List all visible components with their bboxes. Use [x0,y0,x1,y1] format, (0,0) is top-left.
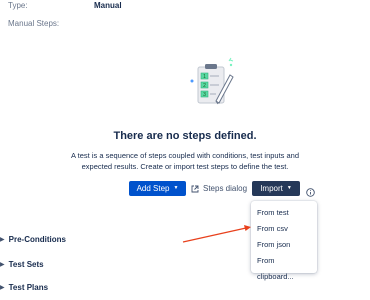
section-test-sets[interactable]: ▶ Test Sets [0,260,44,269]
section-pre-conditions[interactable]: ▶ Pre-Conditions [0,235,66,244]
chevron-right-icon: ▶ [0,237,5,243]
annotation-arrow [182,225,251,243]
section-test-sets-label: Test Sets [8,260,44,269]
section-test-plans[interactable]: ▶ Test Plans [0,283,48,292]
section-pre-conditions-label: Pre-Conditions [8,235,66,244]
chevron-right-icon: ▶ [0,285,5,291]
section-test-plans-label: Test Plans [8,283,49,292]
chevron-right-icon: ▶ [0,262,5,268]
